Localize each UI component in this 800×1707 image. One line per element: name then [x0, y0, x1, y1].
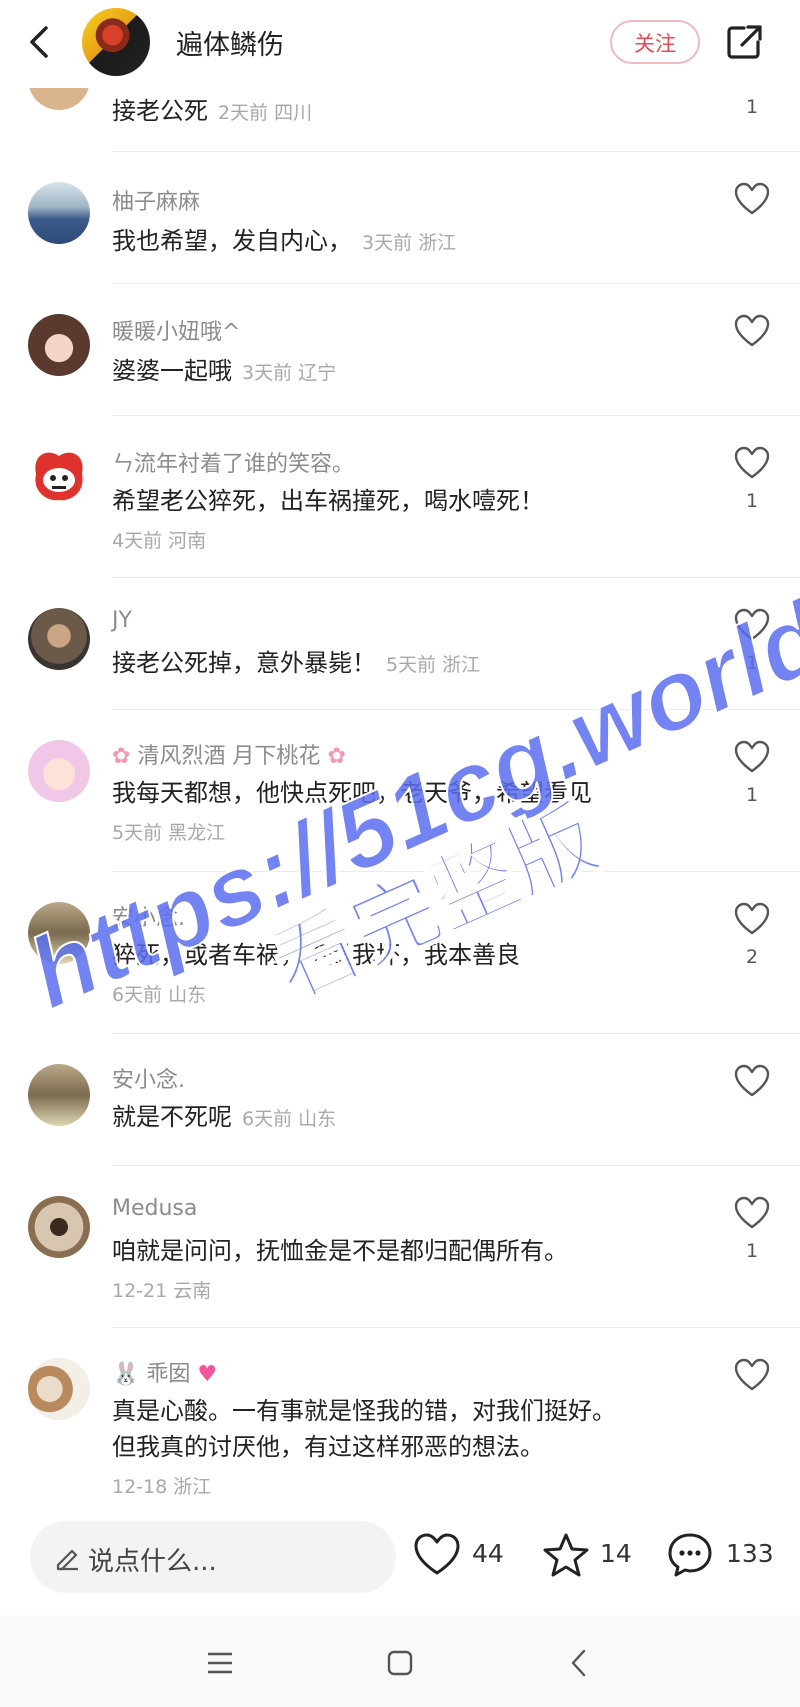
comment-text: 婆婆一起哦 3天前 辽宁: [112, 357, 337, 385]
like-count: 2: [745, 946, 759, 968]
menu-icon[interactable]: [202, 1645, 238, 1681]
heart-icon[interactable]: [734, 314, 770, 348]
comment-text: 希望老公猝死，出车祸撞死，喝水噎死！: [112, 487, 544, 515]
red-cartoon-icon: [35, 452, 83, 501]
star-icon[interactable]: [542, 1531, 590, 1579]
commenter-avatar[interactable]: [28, 314, 90, 376]
comment-item[interactable]: ✿ 清风烈酒 月下桃花 ✿ 我每天都想，他快点死吧，老天爷，希望看见 5天前 黑…: [0, 710, 800, 872]
back-arrow-icon[interactable]: [20, 22, 60, 62]
like-count: 1: [745, 652, 759, 674]
comment-item[interactable]: 安小念. 猝死，或者车祸，不是我坏，我本善良 6天前 山东 2: [0, 872, 800, 1034]
comment-placeholder: 说点什么...: [88, 1547, 217, 1577]
heart-icon[interactable]: [734, 1358, 770, 1392]
like-count: 1: [745, 490, 759, 512]
commenter-name[interactable]: 暖暖小妞哦^: [112, 314, 240, 346]
like-total: 44: [472, 1539, 504, 1568]
follow-button[interactable]: 关注: [610, 20, 700, 64]
like-count: 1: [745, 96, 759, 118]
commenter-avatar[interactable]: [28, 740, 90, 802]
commenter-avatar[interactable]: [28, 902, 90, 964]
comment-meta: 5天前 黑龙江: [112, 822, 226, 844]
commenter-avatar[interactable]: [28, 444, 90, 506]
system-nav-bar: [0, 1615, 800, 1707]
comment-text: 真是心酸。一有事就是怪我的错，对我们挺好。: [112, 1397, 616, 1425]
author-avatar[interactable]: [82, 8, 150, 76]
comment-total: 133: [726, 1539, 774, 1568]
comment-text: 咱就是问问，抚恤金是不是都归配偶所有。: [112, 1237, 568, 1265]
heart-icon[interactable]: [734, 182, 770, 216]
pen-icon: [56, 1549, 78, 1571]
heart-icon[interactable]: [413, 1531, 461, 1579]
commenter-avatar[interactable]: [28, 1196, 90, 1258]
commenter-name[interactable]: JY: [112, 608, 132, 633]
bottom-action-bar: 说点什么... 44 14 133: [0, 1505, 800, 1605]
cherry-blossom-icon: ✿: [327, 744, 346, 769]
heart-icon[interactable]: [734, 740, 770, 774]
commenter-name[interactable]: ㄣ流年衬着了谁的笑容。: [112, 446, 354, 478]
comment-item[interactable]: 安小念. 就是不死呢 6天前 山东: [0, 1034, 800, 1166]
commenter-avatar[interactable]: [28, 1064, 90, 1126]
comment-text-line2: 但我真的讨厌他，有过这样邪恶的想法。: [112, 1433, 544, 1461]
author-name[interactable]: 遍体鳞伤: [176, 23, 284, 62]
comment-meta: 2天前 四川: [218, 102, 313, 124]
commenter-name[interactable]: 安小念.: [112, 900, 185, 932]
comment-item[interactable]: JY 接老公死掉，意外暴毙！ 5天前 浙江 1: [0, 578, 800, 710]
commenter-avatar[interactable]: [28, 1358, 90, 1420]
heart-icon[interactable]: [734, 608, 770, 642]
like-count: 1: [745, 784, 759, 806]
comment-text: 猝死，或者车祸，不是我坏，我本善良: [112, 941, 520, 969]
comment-meta: 12-18 浙江: [112, 1476, 212, 1498]
comment-item[interactable]: 暖暖小妞哦^ 婆婆一起哦 3天前 辽宁: [0, 284, 800, 416]
home-square-icon[interactable]: [382, 1645, 418, 1681]
like-count: 1: [745, 1240, 759, 1262]
comment-input[interactable]: 说点什么...: [30, 1521, 396, 1593]
comment-meta: 3天前 辽宁: [242, 362, 337, 384]
nav-back-icon[interactable]: [562, 1645, 598, 1681]
rabbit-icon: 🐰: [112, 1362, 140, 1387]
cherry-blossom-icon: ✿: [112, 744, 131, 769]
comment-text: 我每天都想，他快点死吧，老天爷，希望看见: [112, 779, 592, 807]
commenter-name[interactable]: Medusa: [112, 1196, 197, 1221]
chat-bubble-icon[interactable]: [666, 1531, 714, 1579]
comment-meta: 6天前 山东: [112, 984, 207, 1006]
star-total: 14: [600, 1539, 632, 1568]
commenter-name[interactable]: 🐰 乖囡 ♥: [112, 1356, 217, 1388]
commenter-name[interactable]: 柚子麻麻: [112, 184, 200, 216]
pink-heart-icon: ♥: [197, 1362, 218, 1387]
comment-meta: 12-21 云南: [112, 1280, 212, 1302]
comment-item[interactable]: 柚子麻麻 我也希望，发自内心， 3天前 浙江: [0, 152, 800, 284]
heart-icon[interactable]: [734, 1196, 770, 1230]
comment-meta: 6天前 山东: [242, 1108, 337, 1130]
commenter-name[interactable]: 安小念.: [112, 1062, 185, 1094]
commenter-avatar[interactable]: [28, 608, 90, 670]
comment-text: 接老公死掉，意外暴毙！ 5天前 浙江: [112, 649, 481, 677]
comment-item[interactable]: Medusa 咱就是问问，抚恤金是不是都归配偶所有。 12-21 云南 1: [0, 1166, 800, 1328]
comment-meta: 5天前 浙江: [386, 654, 481, 676]
comment-meta: 3天前 浙江: [362, 232, 457, 254]
comment-text: 就是不死呢 6天前 山东: [112, 1103, 337, 1131]
comment-item[interactable]: 接老公死 2天前 四川 1: [0, 48, 800, 152]
share-icon[interactable]: [724, 22, 764, 62]
comment-item[interactable]: ㄣ流年衬着了谁的笑容。 希望老公猝死，出车祸撞死，喝水噎死！ 4天前 河南 1: [0, 416, 800, 578]
comment-meta: 4天前 河南: [112, 530, 207, 552]
comment-text: 接老公死 2天前 四川: [112, 97, 313, 125]
top-bar: 遍体鳞伤 关注: [0, 0, 800, 88]
commenter-name[interactable]: ✿ 清风烈酒 月下桃花 ✿: [112, 738, 346, 770]
heart-icon[interactable]: [734, 446, 770, 480]
heart-icon[interactable]: [734, 1064, 770, 1098]
commenter-avatar[interactable]: [28, 182, 90, 244]
heart-icon[interactable]: [734, 902, 770, 936]
comment-item[interactable]: 🐰 乖囡 ♥ 真是心酸。一有事就是怪我的错，对我们挺好。 但我真的讨厌他，有过这…: [0, 1328, 800, 1505]
comment-text: 我也希望，发自内心， 3天前 浙江: [112, 227, 457, 255]
